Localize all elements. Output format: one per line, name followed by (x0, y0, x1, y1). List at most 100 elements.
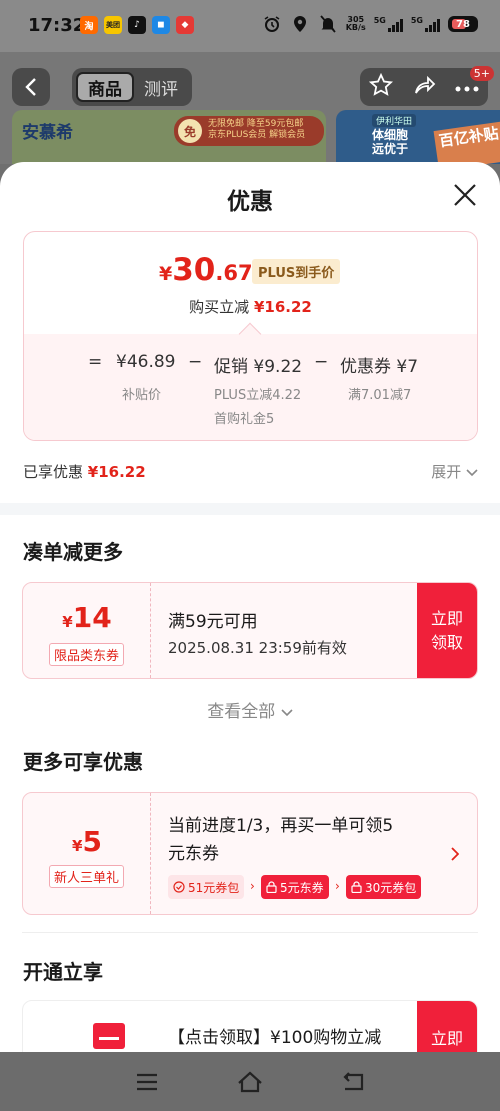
plus-reduction-detail: PLUS立减4.22 (214, 388, 302, 403)
signal-2-label: 5G (410, 16, 423, 25)
banner-line-1: 体细胞 (372, 128, 409, 142)
newcomer-amount-value: 5 (82, 825, 102, 858)
promo-banner-left[interactable]: 安慕希 无限免邮 降至59元包邮 京东PLUS会员 解锁会员 免 (12, 110, 326, 164)
tiktok-icon: ♪ (128, 16, 146, 34)
back-nav-button[interactable] (338, 1067, 368, 1097)
subsidy-price-label: 补贴价 (122, 388, 162, 403)
menu-icon (136, 1073, 157, 1090)
location-icon (290, 14, 310, 34)
tab-product[interactable]: 商品 (76, 72, 134, 102)
purchase-reduction: 购买立减 ¥16.22 (24, 296, 477, 317)
claim-line-2: 领取 (430, 632, 463, 652)
check-circle-icon (173, 881, 185, 893)
section-divider (22, 932, 478, 933)
more-dots-icon (455, 86, 479, 91)
benefit-icon-area (23, 1001, 151, 1052)
formula-minus-2: − (314, 352, 329, 372)
promo-banner-right[interactable]: 伊利华田 体细胞 远优于 百亿补贴 (336, 110, 500, 164)
mute-icon (318, 14, 338, 34)
brand-logo: 安慕希 (22, 123, 73, 143)
share-button[interactable] (412, 73, 436, 101)
notification-app-icons: 淘 美团 ♪ ◼ ◆ (80, 16, 194, 34)
chip-30-coupon-pack: 30元券包 (346, 875, 422, 899)
chip-30-label: 30元券包 (365, 880, 417, 895)
app-red-icon: ◆ (176, 16, 194, 34)
promo-line-4: 解锁会员 (269, 130, 306, 140)
expand-button[interactable]: 展开 (431, 461, 478, 482)
promo-amount: 促销 ¥9.22 (214, 357, 303, 377)
coupon-currency: ¥ (62, 613, 73, 631)
claim-benefit-label: 立即 (430, 1029, 463, 1048)
chevron-right-icon: › (250, 879, 255, 893)
meituan-icon: 美团 (104, 16, 122, 34)
section-title-more: 更多可享优惠 (23, 750, 143, 774)
card-icon (93, 1023, 125, 1049)
banner-line-2: 远优于 (372, 142, 409, 156)
chip-5-coupon: 5元东券 (261, 875, 329, 899)
subsidy-price: ¥46.89 (116, 352, 176, 372)
menu-button[interactable] (132, 1067, 162, 1097)
return-icon (343, 1071, 364, 1090)
taobao-icon: 淘 (80, 16, 98, 34)
system-icons: 305 KB/s 5G 5G 78 (262, 14, 478, 34)
coupon-card-newcomer[interactable]: ¥5 新人三单礼 当前进度1/3，再买一单可领5 元东券 51元券包 › 5元东… (22, 792, 478, 915)
battery-icon: 78 (448, 16, 478, 32)
promo-line-3: 京东PLUS会员 (208, 130, 267, 140)
price-currency: ¥ (159, 263, 173, 285)
claim-benefit-button[interactable]: 立即 (417, 1001, 477, 1052)
section-title-combine: 凑单减更多 (23, 540, 123, 564)
newcomer-tag: 新人三单礼 (49, 865, 125, 888)
header-actions (360, 68, 488, 106)
section-title-open: 开通立享 (23, 960, 103, 984)
enjoyed-discount: 已享优惠 ¥16.22 (23, 461, 146, 482)
coupon-detail: 满7.01减7 (348, 388, 412, 403)
close-button[interactable] (452, 182, 478, 208)
enjoyed-value: ¥16.22 (87, 463, 146, 481)
subsidy-badge: 百亿补贴 (433, 121, 500, 164)
coupon-condition: 满59元可用 (168, 612, 258, 632)
coupon-type-tag: 限品类东券 (49, 643, 125, 666)
product-tabs: 商品 测评 (72, 68, 192, 106)
free-mark-icon: 免 (178, 119, 202, 143)
back-button[interactable] (12, 68, 50, 106)
price-breakdown-card: ¥30.67 PLUS到手价 购买立减 ¥16.22 = ¥46.89 − 促销… (23, 231, 478, 441)
coupon-amount-display: ¥14 (23, 601, 151, 634)
share-icon (415, 75, 436, 94)
reduction-value: ¥16.22 (253, 298, 312, 316)
price-decimal: .67 (215, 261, 253, 285)
discount-sheet: 优惠 ¥30.67 PLUS到手价 购买立减 ¥16.22 = ¥46.89 −… (0, 162, 500, 1052)
view-all-label: 查看全部 (207, 702, 276, 722)
chevron-down-icon (466, 469, 478, 477)
section-gap (0, 503, 500, 515)
claim-line-1: 立即 (430, 608, 463, 628)
star-icon (369, 72, 394, 96)
chevron-left-icon (25, 78, 36, 96)
chip-51-coupon-pack: 51元券包 (168, 875, 245, 899)
newcomer-progress-line-2: 元东券 (168, 844, 219, 864)
first-purchase-gift: 首购礼金5 (214, 412, 275, 427)
net-speed-unit: KB/s (345, 23, 366, 32)
signal-2-icon: 5G (411, 16, 440, 32)
coupon-validity: 2025.08.31 23:59前有效 (168, 639, 347, 657)
newcomer-currency: ¥ (72, 837, 83, 855)
coupon-amount: 优惠券 ¥7 (340, 357, 419, 377)
chip-5-label: 5元东券 (280, 880, 324, 895)
app-blue-icon: ◼ (152, 16, 170, 34)
newcomer-amount-display: ¥5 (23, 825, 151, 858)
signal-1-icon: 5G (374, 16, 403, 32)
plus-price-tag: PLUS到手价 (252, 259, 341, 284)
chevron-right-icon: › (335, 879, 340, 893)
open-benefit-card[interactable]: 【点击领取】¥100购物立减 立即 (22, 1000, 478, 1052)
sheet-title: 优惠 (227, 189, 273, 215)
claim-coupon-button[interactable]: 立即 领取 (417, 583, 477, 678)
home-button[interactable] (235, 1067, 265, 1097)
reduction-label: 购买立减 (189, 298, 250, 316)
promo-line-2: 降至59元包邮 (246, 119, 304, 129)
home-icon (238, 1071, 262, 1092)
close-icon (454, 184, 476, 206)
tab-review[interactable]: 测评 (134, 72, 188, 102)
view-all-button[interactable]: 查看全部 (0, 697, 500, 722)
favorite-button[interactable] (369, 72, 394, 101)
status-bar: 17:32 淘 美团 ♪ ◼ ◆ 305 KB/s 5G 5G 78 (0, 0, 500, 52)
product-header: 商品 测评 5+ 安慕希 无限免邮 降至59元包邮 京东PLUS会员 解锁会员 … (0, 52, 500, 164)
